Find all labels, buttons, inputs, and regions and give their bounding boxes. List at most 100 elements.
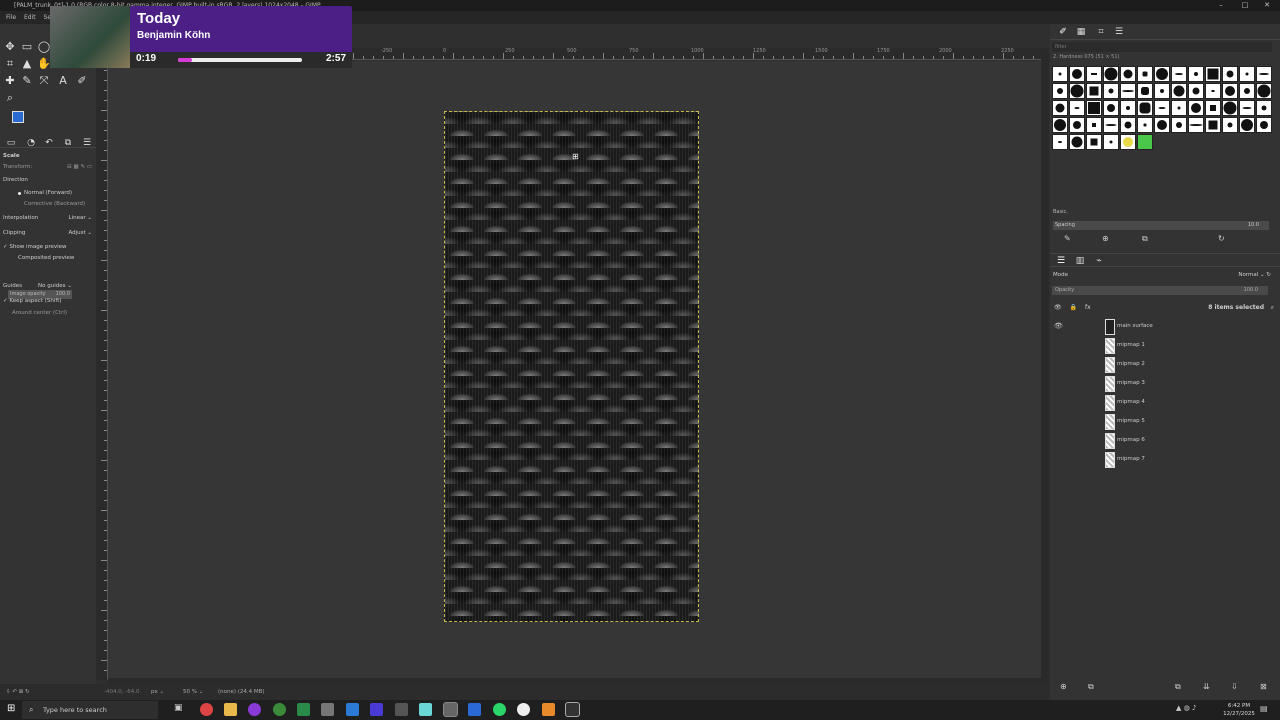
brush-preset-item[interactable] <box>1103 134 1119 150</box>
app-icon-5[interactable] <box>370 703 383 716</box>
brush-filter-input[interactable]: filter <box>1052 42 1272 52</box>
color-picker-icon[interactable]: ✐ <box>75 74 89 88</box>
lock-icon[interactable]: 🔒 <box>1070 304 1077 311</box>
clipping-select[interactable]: Adjust ⌄ <box>68 228 92 239</box>
brush-preset-item[interactable] <box>1069 100 1085 116</box>
channels-tab-icon[interactable]: ▥ <box>1073 254 1087 268</box>
brush-preset-item[interactable] <box>1188 83 1204 99</box>
brush-preset-item[interactable] <box>1239 100 1255 116</box>
new-brush-icon[interactable]: ⊕ <box>1102 234 1109 243</box>
vscode-icon[interactable] <box>346 703 359 716</box>
around-center-checkbox[interactable]: Around center (Ctrl) <box>0 308 96 319</box>
brush-preset-item[interactable] <box>1137 134 1153 150</box>
duplicate-layer-icon[interactable]: ⧉ <box>1175 682 1181 692</box>
brush-preset-item[interactable] <box>1188 66 1204 82</box>
app-icon-8[interactable] <box>468 703 481 716</box>
new-group-icon[interactable]: ⧉ <box>1088 682 1094 692</box>
menu-edit[interactable]: Edit <box>24 14 36 21</box>
menu-file[interactable]: File <box>6 14 16 21</box>
paths-tab-icon[interactable]: ⌁ <box>1092 254 1106 268</box>
brush-preset[interactable]: Basic, <box>1053 209 1068 215</box>
transform-mode-icons[interactable]: ⊟ ▦ ✎ ▭ <box>67 162 92 173</box>
layer-row[interactable]: mipmap 5 <box>1050 412 1280 431</box>
brush-preset-item[interactable] <box>1154 83 1170 99</box>
brush-preset-item[interactable] <box>1256 66 1272 82</box>
refresh-brushes-icon[interactable]: ↻ <box>1218 234 1225 243</box>
heal-tool-icon[interactable]: ✚ <box>3 74 17 88</box>
brush-preset-item[interactable] <box>1069 66 1085 82</box>
direction-normal-radio[interactable]: Normal (Forward) <box>0 188 96 199</box>
app-icon-1[interactable] <box>200 703 213 716</box>
app-icon-11[interactable] <box>565 702 580 717</box>
visibility-eye-icon[interactable]: 👁 <box>1054 317 1063 336</box>
app-icon-9[interactable] <box>517 703 530 716</box>
app-icon-10[interactable] <box>542 703 555 716</box>
layer-row[interactable]: mipmap 7 <box>1050 450 1280 469</box>
brush-preset-item[interactable] <box>1171 117 1187 133</box>
brush-preset-item[interactable] <box>1086 134 1102 150</box>
paths-tool-icon[interactable]: ✎ <box>20 74 34 88</box>
vertical-scrollbar[interactable] <box>1041 48 1049 684</box>
anchor-layer-icon[interactable]: ⇩ <box>1231 682 1238 691</box>
brush-preset-item[interactable] <box>1205 100 1221 116</box>
brush-preset-item[interactable] <box>1188 100 1204 116</box>
layer-opacity-slider[interactable]: Opacity 100.0 <box>1052 286 1268 295</box>
layers-tab-icon[interactable]: ☰ <box>1054 254 1068 268</box>
chrome-icon[interactable] <box>273 703 286 716</box>
duplicate-brush-icon[interactable]: ⧉ <box>1142 234 1148 244</box>
brush-preset-item[interactable] <box>1052 134 1068 150</box>
brush-preset-item[interactable] <box>1171 83 1187 99</box>
crop-tool-icon[interactable]: ⌗ <box>3 57 17 71</box>
brush-preset-item[interactable] <box>1205 66 1221 82</box>
guides-select[interactable]: No guides ⌄ <box>38 281 72 292</box>
warp-tool-icon[interactable]: ▲ <box>20 57 34 71</box>
layer-list[interactable]: 👁 main surface mipmap 1 mipmap 2 mipmap 3 mip… <box>1050 317 1280 469</box>
configure-tab-icon[interactable]: ☰ <box>80 136 94 150</box>
layer-row[interactable]: mipmap 2 <box>1050 355 1280 374</box>
zoom-select[interactable]: 50 % ⌄ <box>183 684 203 700</box>
layer-row[interactable]: mipmap 6 <box>1050 431 1280 450</box>
brush-preset-item[interactable] <box>1103 83 1119 99</box>
app-icon-6[interactable] <box>395 703 408 716</box>
undo-history-tab-icon[interactable]: ↶ <box>42 136 56 150</box>
brush-preset-item[interactable] <box>1086 66 1102 82</box>
brush-preset-item[interactable] <box>1154 66 1170 82</box>
brush-preset-item[interactable] <box>1256 100 1272 116</box>
layer-row[interactable]: mipmap 1 <box>1050 336 1280 355</box>
notifications-icon[interactable]: ▤ <box>1260 704 1268 713</box>
start-icon[interactable]: ⊞ <box>7 703 15 714</box>
brush-preset-item[interactable] <box>1154 117 1170 133</box>
brush-preset-item[interactable] <box>1052 66 1068 82</box>
brush-preset-item[interactable] <box>1120 66 1136 82</box>
brush-preset-item[interactable] <box>1120 117 1136 133</box>
brush-preset-item[interactable] <box>1188 117 1204 133</box>
brush-preset-item[interactable] <box>1256 83 1272 99</box>
app-icon-2[interactable] <box>248 703 261 716</box>
brush-preset-item[interactable] <box>1086 117 1102 133</box>
brush-preset-item[interactable] <box>1222 100 1238 116</box>
brush-preset-item[interactable] <box>1069 117 1085 133</box>
tool-options-tab-icon[interactable]: ▭ <box>4 136 18 150</box>
move-tool-icon[interactable]: ✥ <box>3 40 17 54</box>
brush-preset-item[interactable] <box>1239 83 1255 99</box>
brush-preset-item[interactable] <box>1052 83 1068 99</box>
brush-preset-item[interactable] <box>1239 66 1255 82</box>
brush-preset-item[interactable] <box>1222 83 1238 99</box>
file-explorer-icon[interactable] <box>224 703 237 716</box>
images-tab-icon[interactable]: ⧉ <box>61 136 75 150</box>
maximize-button[interactable]: □ <box>1234 0 1256 11</box>
unit-select[interactable]: px ⌄ <box>151 684 164 700</box>
brush-preset-item[interactable] <box>1069 134 1085 150</box>
brush-preset-item[interactable] <box>1103 66 1119 82</box>
text-tool-icon[interactable]: A <box>56 74 70 88</box>
minimize-button[interactable]: – <box>1210 0 1232 11</box>
brush-preset-item[interactable] <box>1103 100 1119 116</box>
layer-search-icon[interactable]: ⌕ <box>1271 303 1274 313</box>
brush-preset-item[interactable] <box>1239 117 1255 133</box>
lasso-tool-icon[interactable]: ◯ <box>37 40 51 54</box>
brush-preset-item[interactable] <box>1052 100 1068 116</box>
close-button[interactable]: ✕ <box>1256 0 1278 11</box>
progress-track[interactable] <box>178 58 302 62</box>
rect-select-tool-icon[interactable]: ▭ <box>20 40 34 54</box>
patterns-tab-icon[interactable]: ▦ <box>1074 25 1088 39</box>
